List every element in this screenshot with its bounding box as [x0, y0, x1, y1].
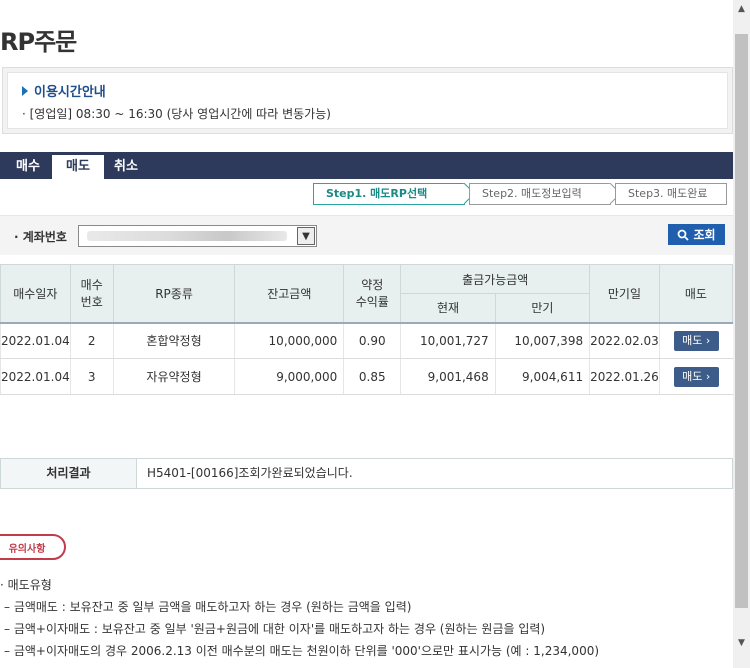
notice-item: · 매도유형	[0, 578, 52, 592]
tab-cancel[interactable]: 취소	[100, 155, 152, 179]
sell-button[interactable]: 매도 ›	[673, 330, 719, 351]
order-tabs: 매수 매도 취소	[0, 152, 733, 179]
result-row: 처리결과 H5401-[00166]조회가완료되었습니다.	[0, 458, 733, 489]
hours-info-box: 이용시간안내 · [영업일] 08:30 ~ 16:30 (당사 영업시간에 따…	[2, 67, 733, 134]
col-buy-date: 매수일자	[0, 264, 71, 323]
hours-info-heading: 이용시간안내	[34, 85, 106, 100]
account-row: · 계좌번호 ▼ 조회	[0, 215, 733, 255]
scrollbar-thumb[interactable]	[735, 34, 748, 608]
page-title: RP주문	[0, 28, 77, 56]
result-message: H5401-[00166]조회가완료되었습니다.	[147, 466, 353, 480]
account-select[interactable]: ▼	[78, 225, 317, 247]
chevron-down-icon[interactable]: ▼	[297, 227, 315, 245]
rp-holdings-table: 매수일자 매수 번호 RP종류 잔고금액 약정 수익률 출금가능금액 만기일 매…	[0, 264, 734, 395]
step-3: Step3. 매도완료	[615, 183, 727, 205]
scroll-down-icon[interactable]: ▼	[733, 634, 750, 651]
tab-sell[interactable]: 매도	[52, 155, 104, 179]
col-balance: 잔고금액	[234, 264, 345, 323]
table-row: 2022.01.04 3 자유약정형 9,000,000 0.85 9,001,…	[0, 358, 733, 395]
col-buy-no: 매수 번호	[69, 264, 114, 323]
hours-info-text: · [영업일] 08:30 ~ 16:30 (당사 영업시간에 따라 변동가능)	[22, 107, 331, 121]
col-sell: 매도	[658, 264, 734, 323]
notice-item: – 금액+이자매도의 경우 2006.2.13 이전 매수분의 매도는 천원이하…	[4, 644, 600, 658]
notice-list: · 매도유형 – 금액매도 : 보유잔고 중 일부 금액을 매도하고자 하는 경…	[0, 574, 599, 662]
search-icon	[678, 229, 690, 241]
sell-button[interactable]: 매도 ›	[673, 366, 719, 387]
account-label: · 계좌번호	[14, 230, 67, 244]
vertical-scrollbar[interactable]: ▲ ▼	[733, 0, 750, 668]
tab-buy[interactable]: 매수	[2, 155, 54, 179]
notice-item: – 금액매도 : 보유잔고 중 일부 금액을 매도하고자 하는 경우 (원하는 …	[4, 600, 412, 614]
masked-account-number	[87, 231, 287, 241]
inquire-button[interactable]: 조회	[668, 224, 725, 245]
step-indicator: Step1. 매도RP선택 Step2. 매도정보입력 Step3. 매도완료	[313, 182, 727, 205]
notice-item: – 금액+이자매도 : 보유잔고 중 일부 '원금+원금에 대한 이자'를 매도…	[4, 622, 546, 636]
col-rp-type: RP종류	[112, 264, 236, 323]
triangle-bullet-icon	[22, 85, 28, 96]
col-withdrawable: 출금가능금액	[400, 264, 591, 294]
col-rate: 약정 수익률	[343, 264, 402, 323]
table-row: 2022.01.04 2 혼합약정형 10,000,000 0.90 10,00…	[0, 322, 733, 359]
col-maturity-amount: 만기	[494, 293, 591, 323]
result-label: 처리결과	[1, 459, 137, 488]
col-maturity-date: 만기일	[589, 264, 660, 323]
scroll-up-icon[interactable]: ▲	[733, 0, 750, 17]
step-1: Step1. 매도RP선택	[313, 182, 476, 205]
notice-badge: 유의사항	[0, 534, 66, 560]
col-current: 현재	[400, 293, 496, 323]
step-2: Step2. 매도정보입력	[469, 182, 622, 205]
